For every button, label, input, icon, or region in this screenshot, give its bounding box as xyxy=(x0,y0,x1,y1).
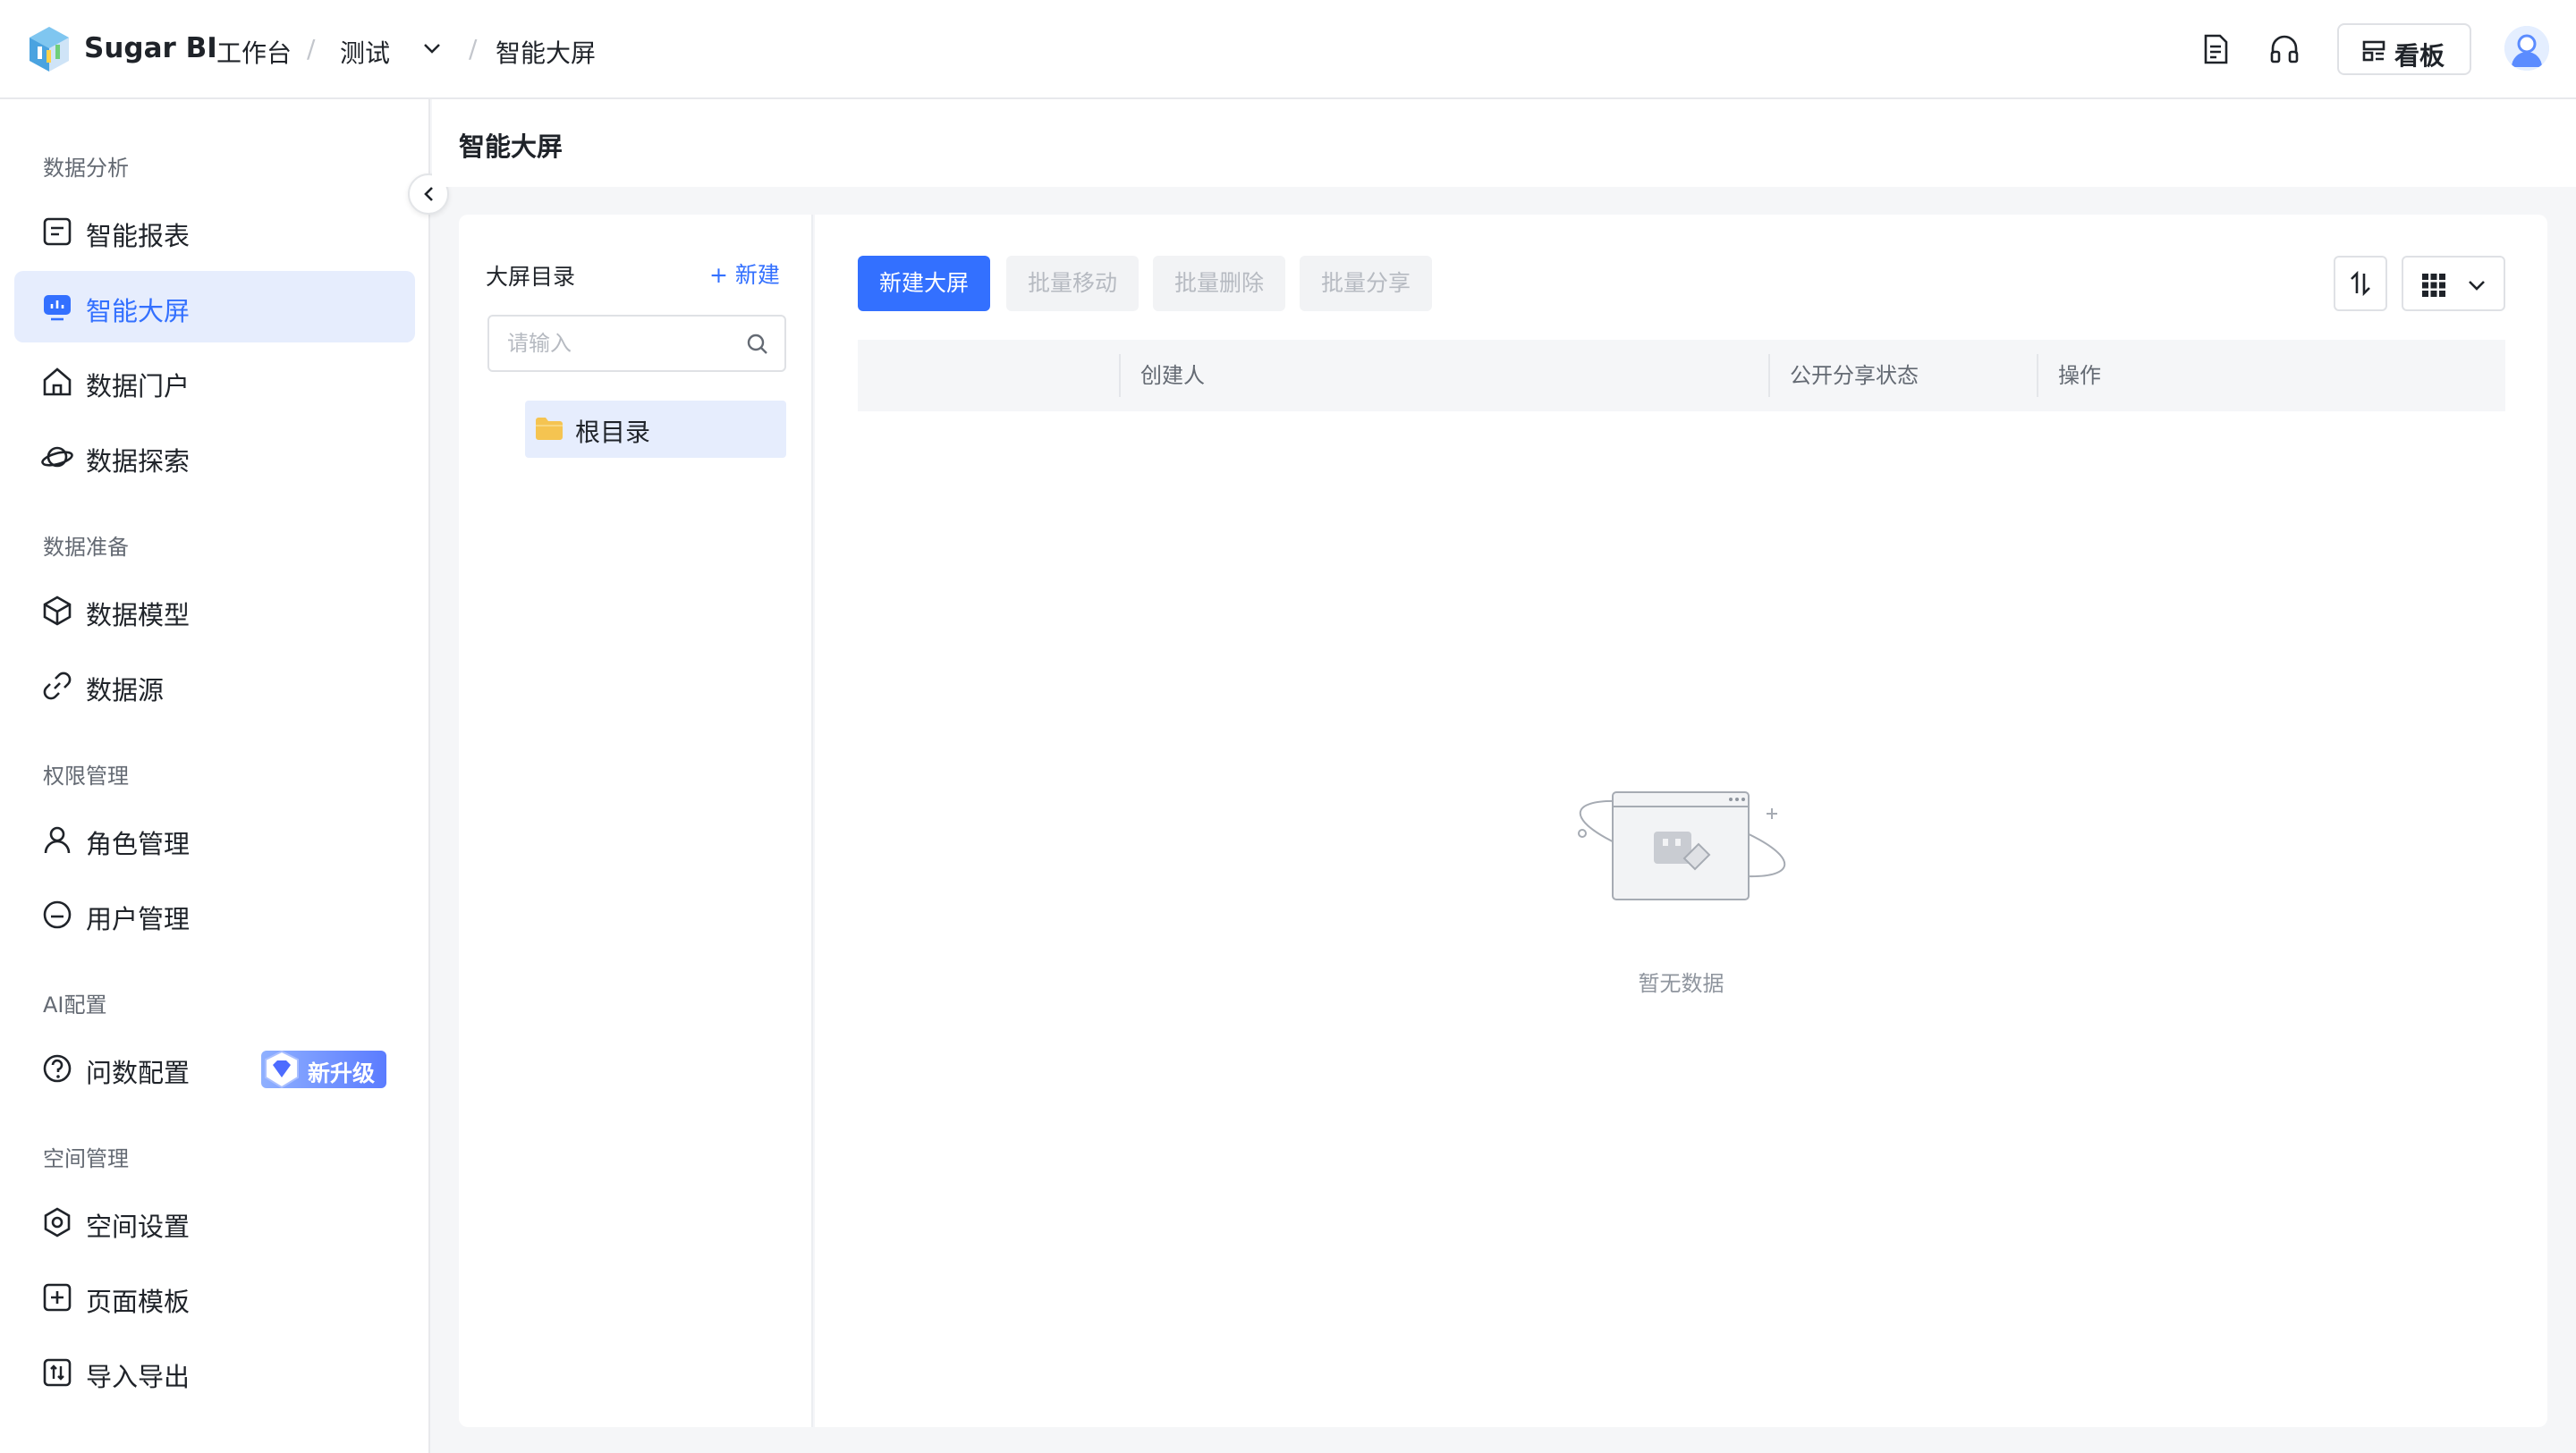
batch-delete-button[interactable]: 批量删除 xyxy=(1153,256,1285,311)
tree-node-label: 根目录 xyxy=(575,418,651,447)
section-title-ai: AI配置 xyxy=(43,993,107,1018)
dashboard-icon xyxy=(2362,40,2385,62)
cube-icon xyxy=(43,596,72,626)
breadcrumb-separator: / xyxy=(307,34,316,63)
user-circle-icon xyxy=(43,900,72,929)
column-header-creator: 创建人 xyxy=(1140,363,1205,388)
column-header-actions: 操作 xyxy=(2058,363,2101,388)
section-title-space: 空间管理 xyxy=(43,1146,129,1171)
settings-icon xyxy=(44,1207,71,1238)
section-title-preparation: 数据准备 xyxy=(43,535,129,560)
planet-icon xyxy=(41,446,73,468)
search-input[interactable] xyxy=(507,329,740,358)
sidebar-item-page-template[interactable]: 页面模板 xyxy=(14,1262,415,1333)
directory-title: 大屏目录 xyxy=(486,264,576,290)
sidebar-item-smart-report[interactable]: 智能报表 xyxy=(14,196,415,267)
diamond-icon xyxy=(265,1050,299,1089)
new-folder-label: 新建 xyxy=(734,262,780,288)
search-icon[interactable] xyxy=(745,332,770,357)
sidebar-item-label: 数据门户 xyxy=(86,371,191,401)
directory-search[interactable] xyxy=(487,315,786,372)
sidebar-item-label: 导入导出 xyxy=(86,1362,191,1392)
new-screen-button[interactable]: 新建大屏 xyxy=(858,256,990,311)
sidebar-item-data-explore[interactable]: 数据探索 xyxy=(14,421,415,493)
directory-panel: 大屏目录 + 新建 根目录 xyxy=(459,215,813,1427)
question-icon xyxy=(43,1054,72,1083)
sidebar-item-role-management[interactable]: 角色管理 xyxy=(14,804,415,875)
tree-node-root[interactable]: 根目录 xyxy=(525,401,786,458)
screen-icon xyxy=(44,295,71,321)
column-header-name xyxy=(858,340,1117,411)
batch-share-button[interactable]: 批量分享 xyxy=(1300,256,1432,311)
doc-icon[interactable] xyxy=(2199,32,2233,66)
sidebar-item-label: 数据探索 xyxy=(86,446,191,477)
table-header: 创建人 公开分享状态 操作 xyxy=(858,340,2505,411)
sugar-bi-logo-icon[interactable] xyxy=(27,25,72,73)
headset-icon[interactable] xyxy=(2267,32,2301,66)
sidebar: 数据分析 智能报表 智能大屏 数据门户 数据探索 数据准备 数据模型 数据源 权… xyxy=(0,99,430,1453)
sidebar-item-label: 智能大屏 xyxy=(86,296,191,326)
column-header-share-status: 公开分享状态 xyxy=(1790,363,1919,388)
sidebar-item-smart-screen[interactable]: 智能大屏 xyxy=(14,271,415,342)
section-title-analysis: 数据分析 xyxy=(43,156,129,181)
breadcrumb-project[interactable]: 测试 xyxy=(340,34,390,70)
avatar[interactable] xyxy=(2504,26,2549,71)
breadcrumb-separator: / xyxy=(469,34,478,63)
user-icon xyxy=(44,826,71,854)
sidebar-item-data-source[interactable]: 数据源 xyxy=(14,650,415,722)
badge-text: 新升级 xyxy=(308,1060,376,1086)
sidebar-item-label: 页面模板 xyxy=(86,1287,191,1317)
sidebar-item-label: 空间设置 xyxy=(86,1212,191,1242)
batch-move-button[interactable]: 批量移动 xyxy=(1006,256,1139,311)
plus-icon: + xyxy=(709,262,735,288)
brand-name[interactable]: Sugar BI xyxy=(84,32,217,64)
content-panel: 新建大屏 批量移动 批量删除 批量分享 创建人 公开分享状态 操作 暂无数据 xyxy=(815,215,2547,1427)
new-folder-button[interactable]: + 新建 xyxy=(709,258,780,290)
sidebar-item-data-portal[interactable]: 数据门户 xyxy=(14,346,415,418)
chevron-left-icon xyxy=(424,187,433,201)
sort-icon xyxy=(2351,271,2370,296)
upgrade-badge: 新升级 xyxy=(261,1050,386,1089)
sidebar-item-label: 数据源 xyxy=(86,675,165,705)
home-icon xyxy=(43,367,72,396)
sidebar-item-data-model[interactable]: 数据模型 xyxy=(14,575,415,646)
sidebar-item-space-settings[interactable]: 空间设置 xyxy=(14,1187,415,1258)
folder-icon xyxy=(536,418,563,440)
template-icon xyxy=(43,1283,72,1312)
chevron-down-icon[interactable] xyxy=(420,39,444,57)
sort-button[interactable] xyxy=(2334,256,2387,311)
sidebar-item-user-management[interactable]: 用户管理 xyxy=(14,879,415,950)
page-title: 智能大屏 xyxy=(459,131,564,162)
empty-state-illustration xyxy=(1578,791,1786,900)
view-mode-select[interactable] xyxy=(2402,256,2505,311)
link-icon xyxy=(43,672,72,700)
page-header: 智能大屏 xyxy=(432,99,2576,187)
sidebar-item-label: 用户管理 xyxy=(86,904,191,934)
top-bar: Sugar BI 工作台 / 测试 / 智能大屏 看板 xyxy=(0,0,2576,99)
avatar-icon xyxy=(2504,26,2549,71)
kanban-label: 看板 xyxy=(2394,41,2445,71)
import-export-icon xyxy=(43,1358,72,1387)
sidebar-item-import-export[interactable]: 导入导出 xyxy=(14,1337,415,1408)
sidebar-item-label: 数据模型 xyxy=(86,600,191,630)
empty-state-text: 暂无数据 xyxy=(1638,971,1724,996)
sidebar-item-label: 角色管理 xyxy=(86,829,191,859)
sidebar-item-qa-config[interactable]: 问数配置 新升级 xyxy=(14,1033,415,1104)
kanban-button[interactable]: 看板 xyxy=(2337,23,2471,75)
breadcrumb-workspace[interactable]: 工作台 xyxy=(216,34,292,70)
section-title-permission: 权限管理 xyxy=(43,764,129,789)
sidebar-item-label: 智能报表 xyxy=(86,221,191,251)
chevron-down-icon xyxy=(2469,281,2485,291)
grid-icon xyxy=(2422,274,2445,297)
sidebar-item-label: 问数配置 xyxy=(86,1058,191,1088)
report-icon xyxy=(43,217,72,246)
breadcrumb-current: 智能大屏 xyxy=(496,38,597,68)
